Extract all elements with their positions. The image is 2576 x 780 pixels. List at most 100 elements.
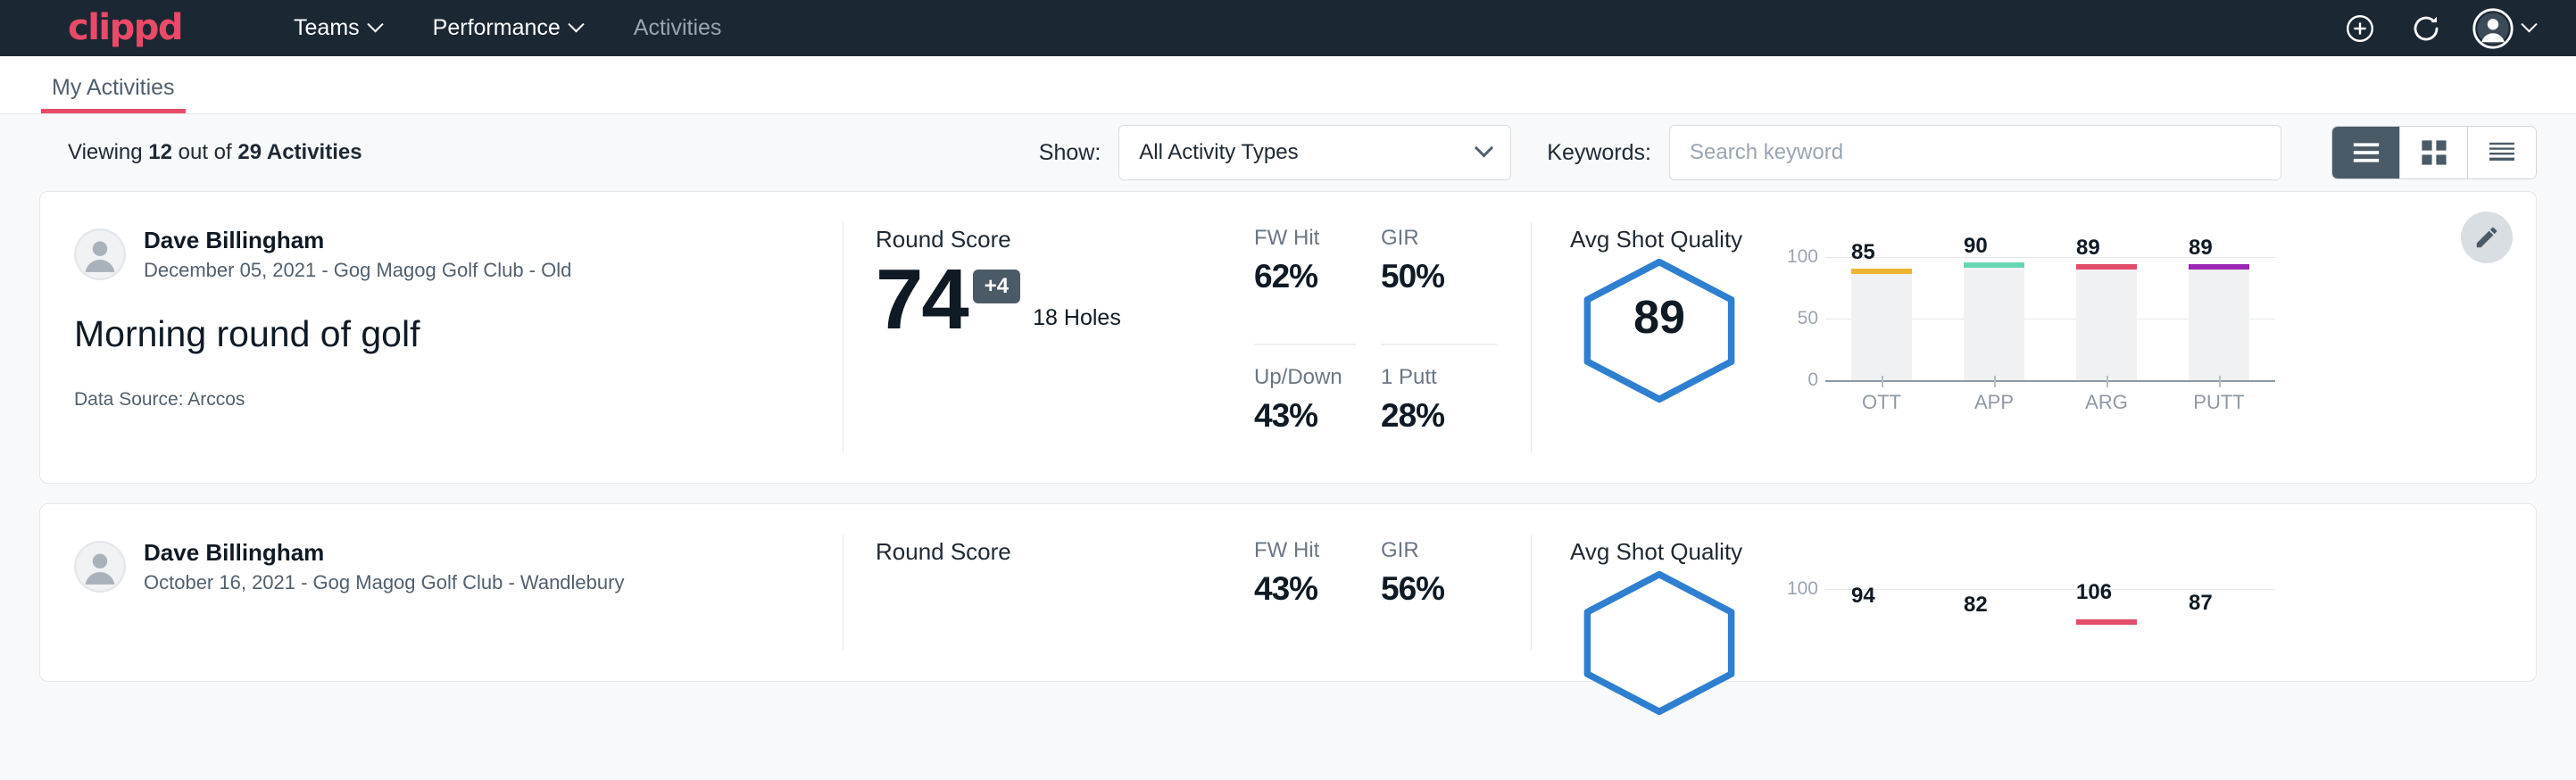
x-label-app: APP: [1938, 391, 2050, 414]
chart-plot-area: 85 90: [1825, 257, 2275, 382]
bar-arg: 89: [2076, 270, 2137, 380]
stat-up-down-label: Up/Down: [1254, 365, 1356, 390]
y-tick-100: 100: [1787, 578, 1818, 600]
bar-value-ott: 85: [1851, 240, 1875, 265]
round-score-section: Round Score: [843, 504, 1254, 681]
chevron-down-icon: [568, 16, 584, 32]
viewing-count: 12: [148, 140, 172, 164]
activity-type-value: All Activity Types: [1139, 140, 1298, 165]
bar-ott: 94: [1851, 623, 1912, 712]
nav-item-performance-label: Performance: [433, 15, 561, 41]
stat-fw-hit: FW Hit 62%: [1254, 226, 1356, 345]
chart-plot-area: 94 82 106: [1825, 589, 2275, 714]
bar-slot-putt: 89: [2163, 257, 2275, 380]
nav-item-activities[interactable]: Activities: [608, 15, 748, 41]
stat-fw-hit-label: FW Hit: [1254, 226, 1356, 251]
stat-gir: GIR 50%: [1381, 226, 1497, 345]
account-avatar[interactable]: [2472, 7, 2535, 50]
round-score-label: Round Score: [876, 226, 1254, 253]
nav-item-teams[interactable]: Teams: [268, 15, 407, 41]
x-label-ott: OTT: [1825, 391, 1938, 414]
list-view-button[interactable]: [2332, 127, 2400, 178]
activity-type-select[interactable]: All Activity Types: [1118, 125, 1511, 180]
activity-list: Dave Billingham December 05, 2021 - Gog …: [0, 191, 2576, 780]
bar-slot-arg: 106: [2050, 589, 2163, 712]
search-placeholder: Search keyword: [1690, 140, 1843, 165]
chevron-down-icon: [1475, 138, 1493, 157]
bar-putt: 89: [2189, 270, 2249, 380]
quality-hexagon: 89: [1570, 257, 1749, 404]
viewing-suffix: Activities: [262, 140, 362, 164]
avg-shot-quality-body: 89 100 50 0: [1570, 257, 2536, 427]
bar-slot-putt: 87: [2163, 589, 2275, 712]
nav-item-activities-label: Activities: [634, 15, 722, 41]
stat-gir-label: GIR: [1381, 538, 1497, 563]
viewing-mid: out of: [172, 140, 237, 164]
filter-bar: Viewing 12 out of 29 Activities Show: Al…: [0, 114, 2576, 191]
stat-up-down: Up/Down 43%: [1254, 365, 1356, 483]
stat-gir-label: GIR: [1381, 226, 1497, 251]
pencil-icon: [2473, 224, 2500, 251]
score-to-par-badge: +4: [973, 270, 1020, 303]
bar-putt: 87: [2189, 623, 2249, 712]
bar-cap-app: [1964, 262, 2024, 268]
activity-info: Dave Billingham December 05, 2021 - Gog …: [40, 192, 843, 483]
round-score-value: 74: [876, 259, 968, 340]
round-stats: FW Hit 62% GIR 50% Up/Down 43% 1 Putt 28…: [1254, 192, 1531, 483]
edit-activity-button[interactable]: [2461, 212, 2513, 263]
round-score-value-row: 74 +4 18 Holes: [876, 259, 1254, 340]
quality-hexagon-value: 89: [1570, 291, 1749, 344]
compact-view-button[interactable]: [2468, 127, 2536, 178]
compact-view-icon: [2487, 140, 2517, 165]
activity-meta: October 16, 2021 - Gog Magog Golf Club -…: [144, 569, 624, 596]
chart-y-axis: 100: [1775, 569, 1825, 694]
stat-gir-value: 50%: [1381, 258, 1497, 295]
user-name: Dave Billingham: [144, 226, 571, 255]
shot-quality-bar-chart: 100 94 82: [1775, 569, 2275, 739]
bar-app: 82: [1964, 623, 2024, 712]
y-tick-0: 0: [1807, 369, 1818, 391]
stat-fw-hit: FW Hit 43%: [1254, 538, 1356, 651]
bar-value-app: 82: [1964, 593, 1988, 618]
bar-value-arg: 89: [2076, 236, 2100, 261]
view-toggle-group: [2331, 126, 2537, 179]
activity-card[interactable]: Dave Billingham October 16, 2021 - Gog M…: [39, 503, 2537, 682]
bar-slot-app: 82: [1938, 589, 2050, 712]
round-stats: FW Hit 43% GIR 56%: [1254, 504, 1531, 681]
add-circle-icon[interactable]: [2339, 8, 2381, 49]
grid-view-button[interactable]: [2400, 127, 2468, 178]
bar-slot-ott: 94: [1825, 589, 1938, 712]
round-score-section: Round Score 74 +4 18 Holes: [843, 192, 1254, 483]
grid-view-icon: [2420, 138, 2448, 167]
search-input[interactable]: Search keyword: [1669, 125, 2281, 180]
bar-cap-putt: [2189, 264, 2249, 270]
nav-actions: [2339, 7, 2535, 50]
refresh-icon[interactable]: [2406, 8, 2447, 49]
x-label-putt: PUTT: [2163, 391, 2275, 414]
bar-value-arg: 106: [2076, 580, 2112, 605]
holes-label: 18 Holes: [1033, 305, 1121, 340]
avatar: [74, 228, 126, 280]
activity-title: Morning round of golf: [74, 313, 843, 355]
bar-app: 90: [1964, 268, 2024, 380]
list-view-icon: [2351, 141, 2381, 164]
bar-slot-ott: 85: [1825, 257, 1938, 380]
bar-cap-arg: [2076, 264, 2137, 270]
nav-item-performance[interactable]: Performance: [407, 15, 608, 41]
bar-slot-arg: 89: [2050, 257, 2163, 380]
chevron-down-icon: [367, 16, 383, 32]
bar-value-putt: 89: [2189, 236, 2213, 261]
clippd-logo[interactable]: clippd: [68, 10, 182, 47]
bar-slot-app: 90: [1938, 257, 2050, 380]
tab-my-activities[interactable]: My Activities: [41, 75, 186, 113]
activity-card[interactable]: Dave Billingham December 05, 2021 - Gog …: [39, 191, 2537, 484]
shot-quality-bar-chart: 100 50 0 85: [1775, 257, 2275, 427]
stat-one-putt-label: 1 Putt: [1381, 365, 1497, 390]
avg-shot-quality-section: Avg Shot Quality 100: [1531, 504, 2536, 681]
tab-my-activities-label: My Activities: [52, 75, 175, 100]
activity-user: Dave Billingham December 05, 2021 - Gog …: [74, 226, 843, 283]
x-label-arg: ARG: [2050, 391, 2163, 414]
activity-meta: December 05, 2021 - Gog Magog Golf Club …: [144, 257, 571, 284]
stat-gir: GIR 56%: [1381, 538, 1497, 651]
stat-one-putt: 1 Putt 28%: [1381, 365, 1497, 483]
